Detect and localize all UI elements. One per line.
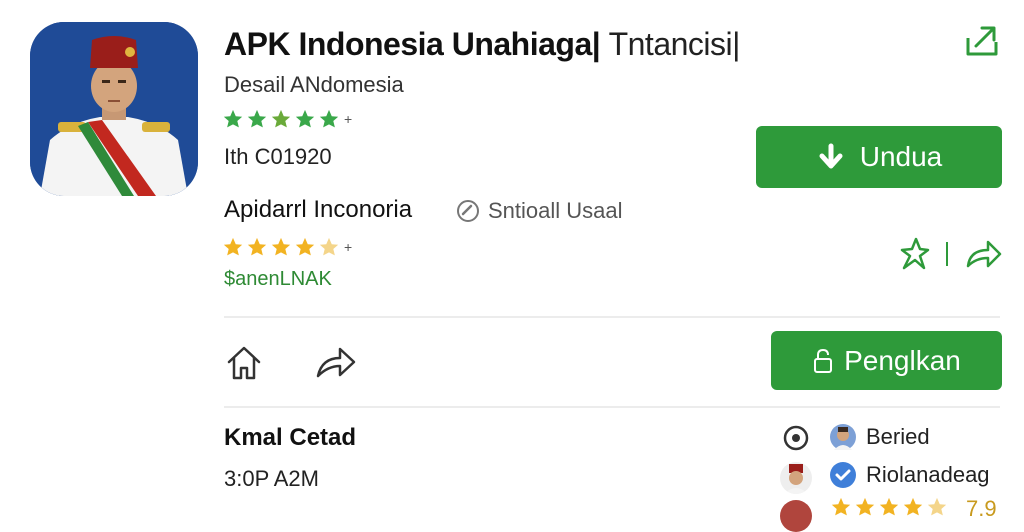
side-list-label: Riolanadeag [866, 462, 990, 487]
section-divider [224, 406, 1000, 408]
app-size: Ith C01920 [224, 144, 332, 169]
primary-action-button[interactable]: Penglkan [771, 331, 1002, 390]
lock-icon [814, 348, 833, 373]
side-rating [830, 496, 948, 518]
side-list-item[interactable]: Beried [830, 424, 930, 450]
side-list-label: Beried [866, 424, 930, 449]
section-divider [224, 316, 1000, 318]
developer-rating: + [222, 236, 352, 258]
officer-portrait [30, 22, 198, 196]
star-icon [319, 109, 339, 128]
app-title-extra: Tntancisi| [608, 26, 741, 62]
star-icon [247, 109, 267, 128]
action-divider [946, 242, 948, 266]
avatar [830, 424, 856, 450]
app-title-main: APK Indonesia Unahiaga| [224, 26, 601, 62]
section-time: 3:0P A2M [224, 466, 319, 491]
verified-icon [457, 200, 479, 222]
star-icon [879, 497, 899, 516]
download-arrow-icon [819, 143, 843, 169]
bookmark-icon[interactable] [898, 236, 932, 272]
forward-icon[interactable] [964, 236, 1004, 272]
star-icon [855, 497, 875, 516]
star-icon [247, 237, 267, 256]
section-title: Kmal Cetad [224, 424, 357, 451]
developer-name[interactable]: Apidarrl Inconoria [224, 196, 412, 224]
star-icon [223, 109, 243, 128]
home-icon[interactable] [224, 342, 264, 382]
app-subtitle: Desail ANdomesia [224, 72, 404, 97]
rating-plus: + [344, 111, 353, 127]
install-label: Undua [859, 141, 943, 172]
share-outline-icon[interactable] [314, 344, 358, 380]
install-button[interactable]: Undua [756, 126, 1002, 188]
side-list-item[interactable]: Riolanadeag [830, 462, 990, 488]
developer-badge-label: Sntioall Usaal [488, 198, 623, 223]
avatar [780, 462, 812, 494]
star-half-icon [927, 497, 947, 516]
rating-plus: + [344, 239, 353, 255]
star-half-icon [319, 237, 339, 256]
star-icon [271, 109, 291, 128]
star-icon [295, 237, 315, 256]
app-rating: + [222, 108, 352, 130]
star-icon [295, 109, 315, 128]
price-label: $anenLNAK [224, 268, 332, 290]
star-icon [223, 237, 243, 256]
verified-badge-icon [830, 462, 856, 488]
avatar [780, 500, 812, 532]
star-icon [831, 497, 851, 516]
side-rating-value: 7.9 [966, 496, 997, 521]
star-icon [271, 237, 291, 256]
location-icon[interactable] [782, 424, 810, 452]
primary-action-label: Penglkan [844, 344, 961, 376]
star-icon [903, 497, 923, 516]
share-icon[interactable] [962, 20, 1002, 60]
developer-badge: Sntioall Usaal [456, 198, 623, 224]
app-icon [30, 22, 198, 196]
app-title: APK Indonesia Unahiaga| Tntancisi| [224, 26, 740, 63]
